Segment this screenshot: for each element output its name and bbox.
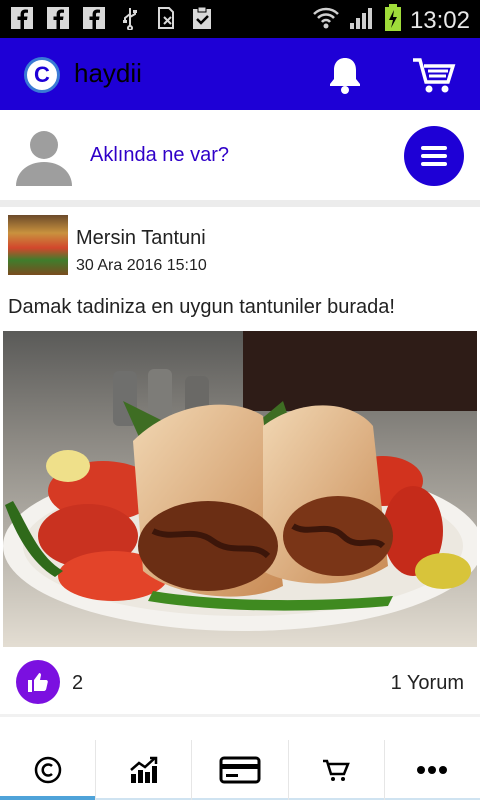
post-author-thumbnail[interactable] bbox=[8, 215, 68, 275]
active-tab-indicator bbox=[0, 796, 96, 800]
no-sim-icon bbox=[154, 7, 178, 29]
tab-more[interactable] bbox=[383, 740, 480, 800]
wifi-icon bbox=[312, 5, 340, 36]
app-logo-icon[interactable]: C bbox=[24, 57, 60, 93]
facebook-icon bbox=[46, 7, 70, 29]
post-composer[interactable]: Aklında ne var? bbox=[0, 110, 480, 200]
post-image[interactable] bbox=[3, 331, 477, 647]
like-button[interactable] bbox=[16, 660, 60, 704]
tab-payments[interactable] bbox=[191, 740, 288, 800]
copyright-icon bbox=[34, 756, 61, 784]
tab-stats[interactable] bbox=[95, 740, 192, 800]
hamburger-icon bbox=[421, 146, 447, 166]
battery-charging-icon bbox=[384, 4, 402, 37]
trending-up-chart-icon bbox=[129, 756, 158, 783]
bottom-navigation bbox=[0, 740, 480, 800]
app-title: haydii bbox=[74, 58, 142, 88]
clipboard-check-icon bbox=[190, 6, 214, 29]
composer-placeholder[interactable]: Aklında ne var? bbox=[90, 144, 229, 167]
more-dots-icon bbox=[417, 766, 448, 774]
app-bar: C haydii bbox=[0, 38, 480, 110]
signal-icon bbox=[348, 5, 376, 36]
post-author-name[interactable]: Mersin Tantuni bbox=[76, 227, 206, 250]
facebook-icon bbox=[10, 7, 34, 29]
menu-button[interactable] bbox=[404, 126, 464, 186]
comments-link[interactable]: 1 Yorum bbox=[391, 672, 464, 695]
tab-home[interactable] bbox=[0, 740, 96, 800]
cart-icon bbox=[323, 759, 351, 781]
post-actions: 2 1 Yorum bbox=[0, 650, 480, 714]
credit-card-icon bbox=[219, 756, 261, 784]
usb-icon bbox=[118, 7, 142, 30]
status-time: 13:02 bbox=[409, 6, 470, 34]
actions-divider bbox=[0, 714, 480, 717]
tab-cart[interactable] bbox=[287, 740, 384, 800]
post-date: 30 Ara 2016 15:10 bbox=[76, 257, 207, 274]
post-header: Mersin Tantuni 30 Ara 2016 15:10 bbox=[0, 207, 480, 287]
facebook-icon bbox=[82, 7, 106, 29]
thumbs-up-icon bbox=[28, 673, 48, 692]
post-text: Damak tadiniza en uygun tantuniler burad… bbox=[8, 296, 395, 318]
section-divider bbox=[0, 200, 480, 207]
shopping-cart-icon[interactable] bbox=[410, 54, 458, 96]
user-avatar-icon bbox=[16, 128, 72, 186]
like-count: 2 bbox=[72, 672, 84, 694]
notification-bell-icon[interactable] bbox=[324, 54, 366, 96]
status-bar: 13:02 bbox=[0, 0, 480, 38]
